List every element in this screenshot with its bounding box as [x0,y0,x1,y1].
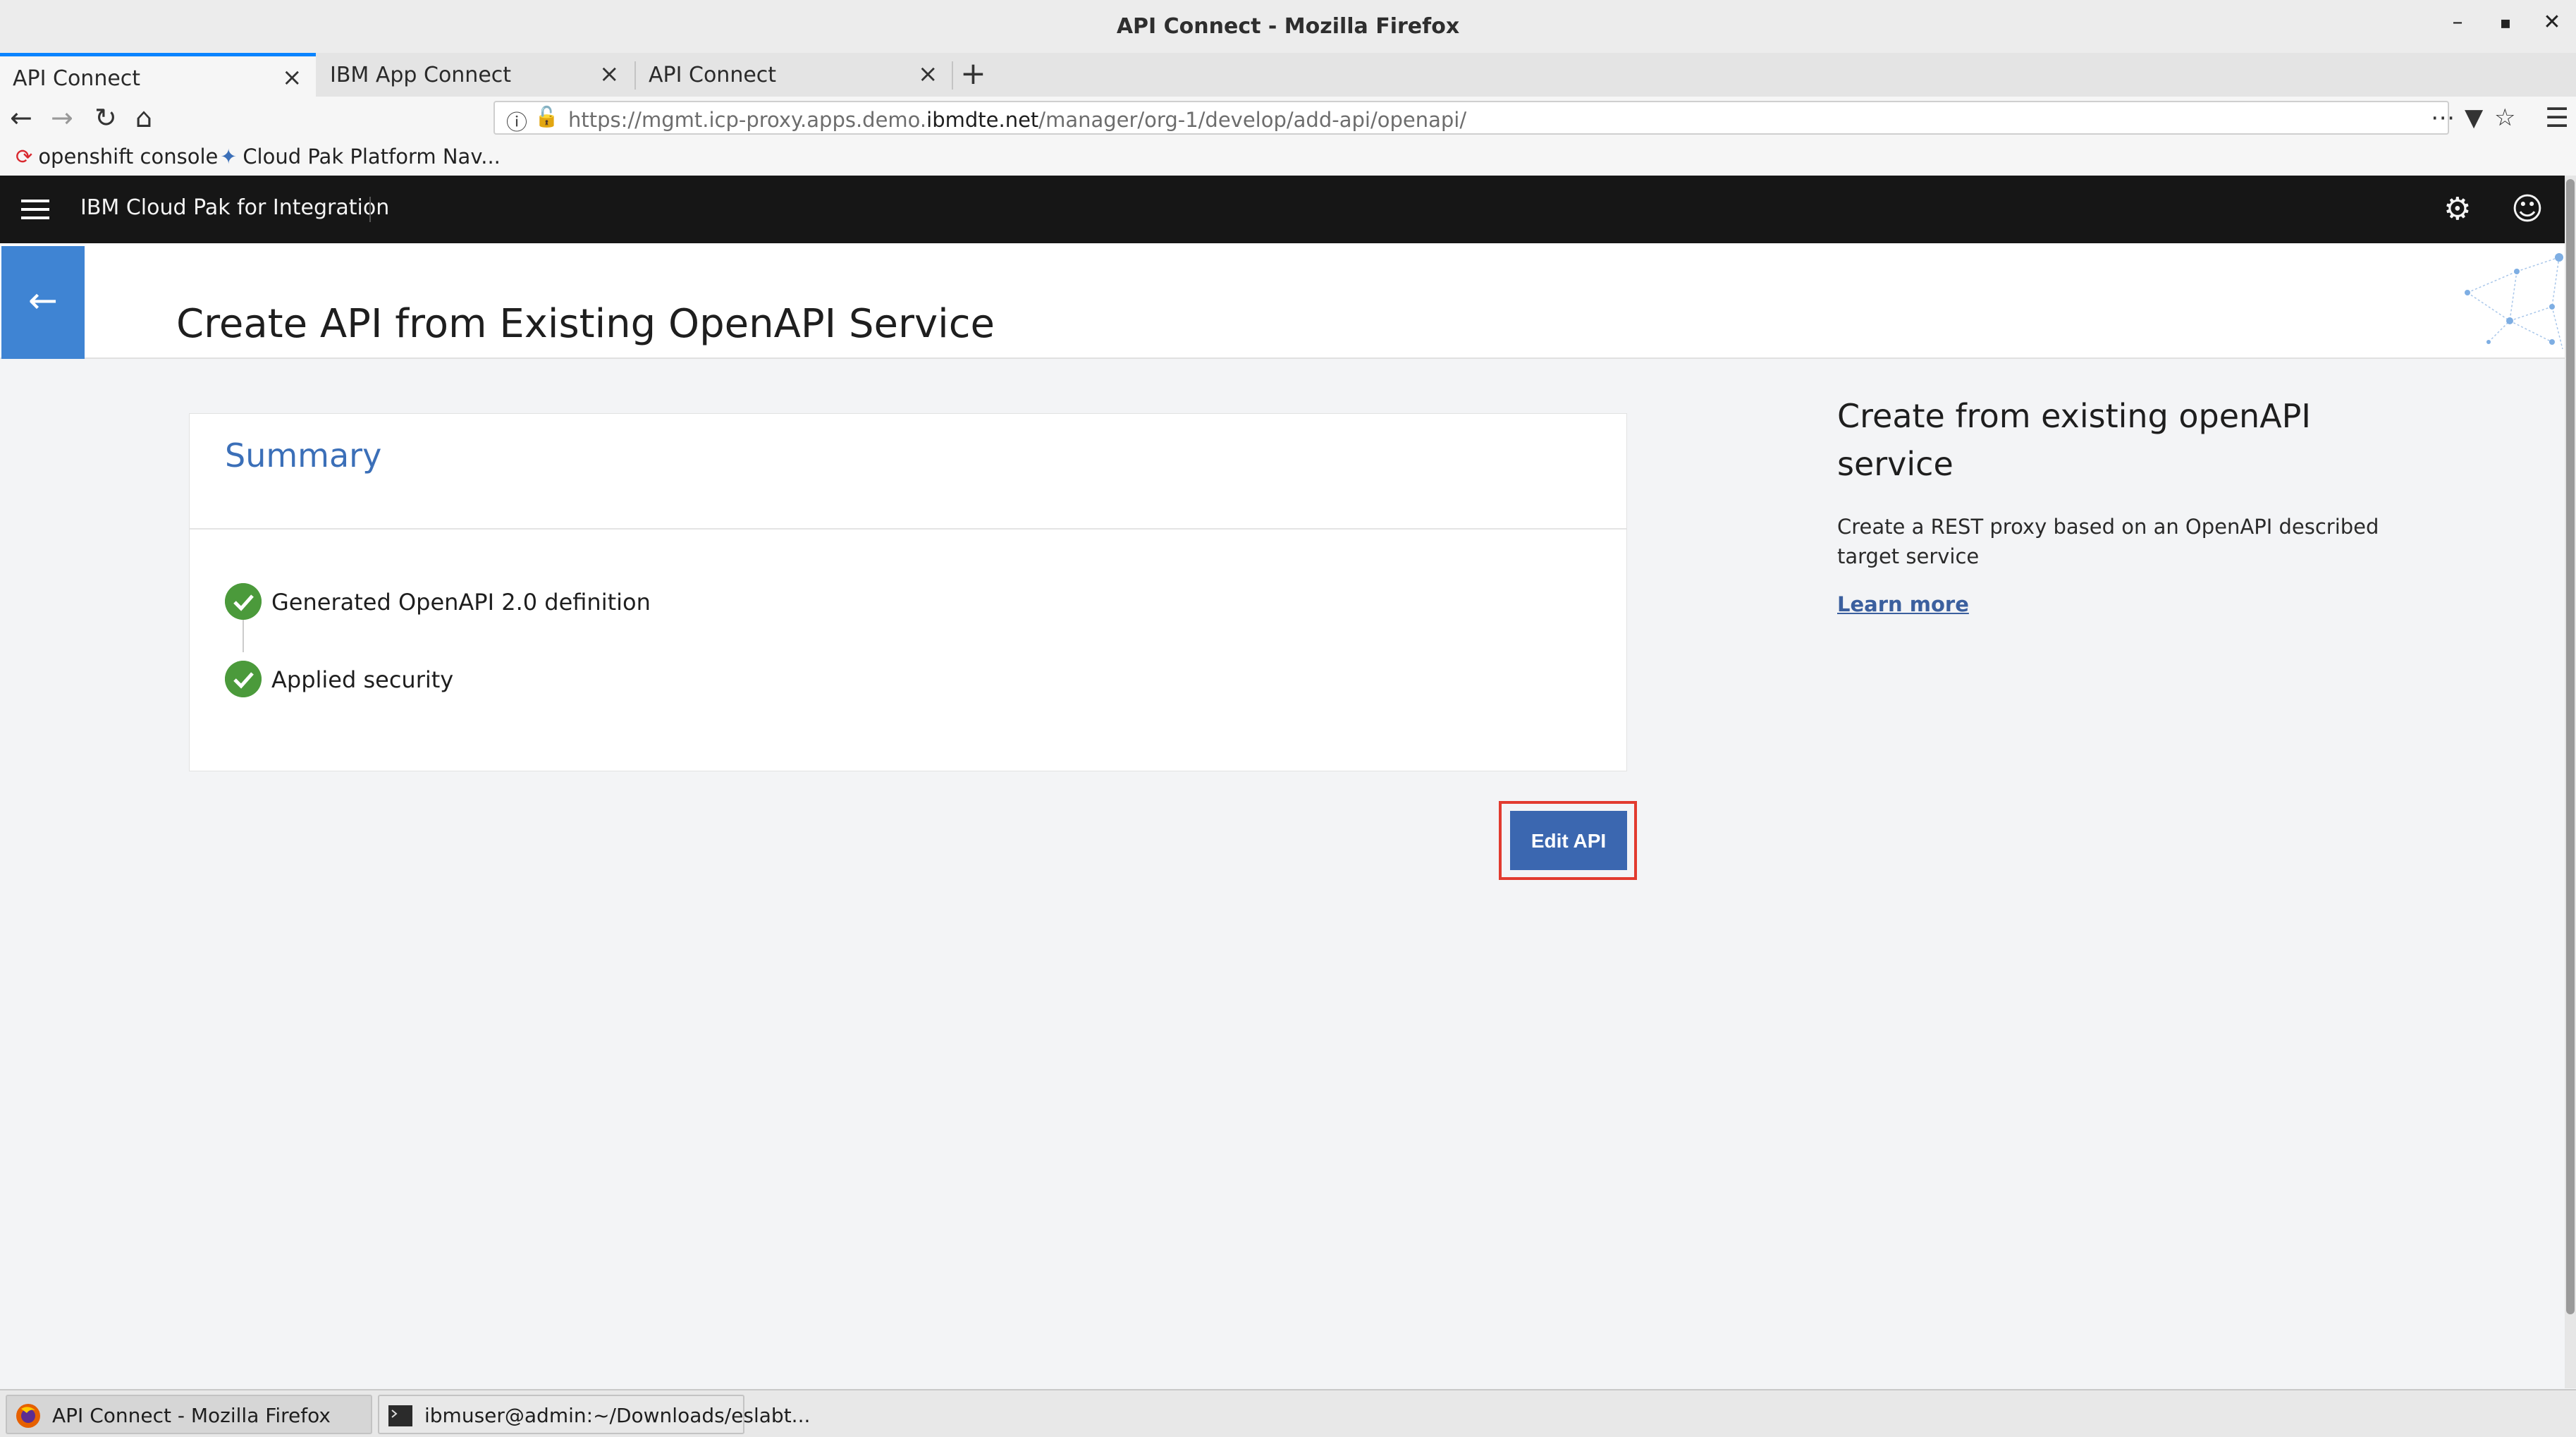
step-label: Generated OpenAPI 2.0 definition [271,589,651,616]
tab-label: API Connect [13,66,141,91]
taskbar: API Connect - Mozilla Firefox ibmuser@ad… [0,1389,2576,1437]
close-tab-icon[interactable]: × [599,60,620,88]
reload-icon[interactable]: ↻ [94,102,117,133]
step-label: Applied security [271,666,454,693]
bookmark-star-icon[interactable]: ☆ [2494,104,2515,132]
back-button[interactable]: ← [1,246,85,359]
side-panel-title: Create from existing openAPI service [1837,397,2311,483]
tab-ibm-app-connect[interactable]: IBM App Connect × [317,53,633,97]
minimize-icon[interactable]: – [2443,10,2472,35]
lock-icon[interactable]: 🔓 [534,105,559,128]
hamburger-menu-icon[interactable] [21,200,49,225]
tab-label: API Connect [649,63,777,87]
settings-gear-icon[interactable]: ⚙ [2443,191,2471,227]
maximize-icon[interactable]: ▪ [2491,13,2520,32]
tab-api-connect-1[interactable]: API Connect × [0,53,316,97]
tab-label: IBM App Connect [330,63,512,87]
bookmark-cloud-pak[interactable]: ✦ Cloud Pak Platform Nav... [220,145,501,169]
close-window-icon[interactable]: ✕ [2538,10,2566,35]
menu-icon[interactable]: ☰ [2545,102,2569,133]
close-tab-icon[interactable]: × [918,60,938,88]
app-header: IBM Cloud Pak for Integration ⚙ ☺ [0,176,2576,243]
scrollbar-thumb[interactable] [2566,179,2575,1314]
summary-card: Summary Generated OpenAPI 2.0 definition… [189,413,1627,771]
window-title: API Connect - Mozilla Firefox [1116,14,1460,39]
page-actions-icon[interactable]: ⋯ [2431,104,2455,132]
taskbar-terminal[interactable]: ibmuser@admin:~/Downloads/eslabt... [378,1395,810,1434]
tab-bar: API Connect × IBM App Connect × API Conn… [0,53,2576,98]
user-profile-icon[interactable]: ☺ [2511,191,2544,227]
summary-title: Summary [225,436,382,475]
taskbar-firefox[interactable]: API Connect - Mozilla Firefox [6,1395,372,1434]
nav-bar: ← → ↻ ⌂ ⓘ 🔓 https://mgmt.icp-proxy.apps.… [0,97,2576,140]
page-title: Create API from Existing OpenAPI Service [176,300,995,347]
window-titlebar: API Connect - Mozilla Firefox – ▪ ✕ [0,0,2576,54]
firefox-icon [16,1404,40,1428]
terminal-icon [388,1405,412,1426]
app-name: IBM Cloud Pak for Integration [80,195,390,220]
url-text[interactable]: https://mgmt.icp-proxy.apps.demo.ibmdte.… [568,108,1466,132]
page-heading: ← Create API from Existing OpenAPI Servi… [0,243,2566,359]
info-icon[interactable]: ⓘ [506,105,527,136]
back-arrow-icon[interactable]: ← [10,102,32,133]
edit-api-button[interactable]: Edit API [1510,811,1627,870]
checkmark-icon [225,661,262,697]
checkmark-icon [225,583,262,620]
pocket-icon[interactable]: ▼ [2465,104,2483,132]
close-tab-icon[interactable]: × [282,63,302,92]
learn-more-link[interactable]: Learn more [1837,592,1969,616]
cloud-pak-icon: ✦ [220,145,238,169]
bookmark-openshift-console[interactable]: ⟳ openshift console [16,145,218,169]
forward-arrow-icon[interactable]: → [51,102,73,133]
bookmarks-bar: ⟳ openshift console ✦ Cloud Pak Platform N… [0,140,2576,177]
tab-api-connect-2[interactable]: API Connect × [636,53,952,97]
back-arrow-icon: ← [28,280,58,321]
openshift-icon: ⟳ [16,145,33,169]
network-decoration-icon [2465,253,2563,350]
new-tab-icon[interactable]: + [960,56,986,92]
home-icon[interactable]: ⌂ [135,102,152,133]
side-panel-description: Create a REST proxy based on an OpenAPI … [1837,515,2379,568]
url-bar[interactable]: ⓘ 🔓 https://mgmt.icp-proxy.apps.demo.ibm… [493,101,2515,136]
